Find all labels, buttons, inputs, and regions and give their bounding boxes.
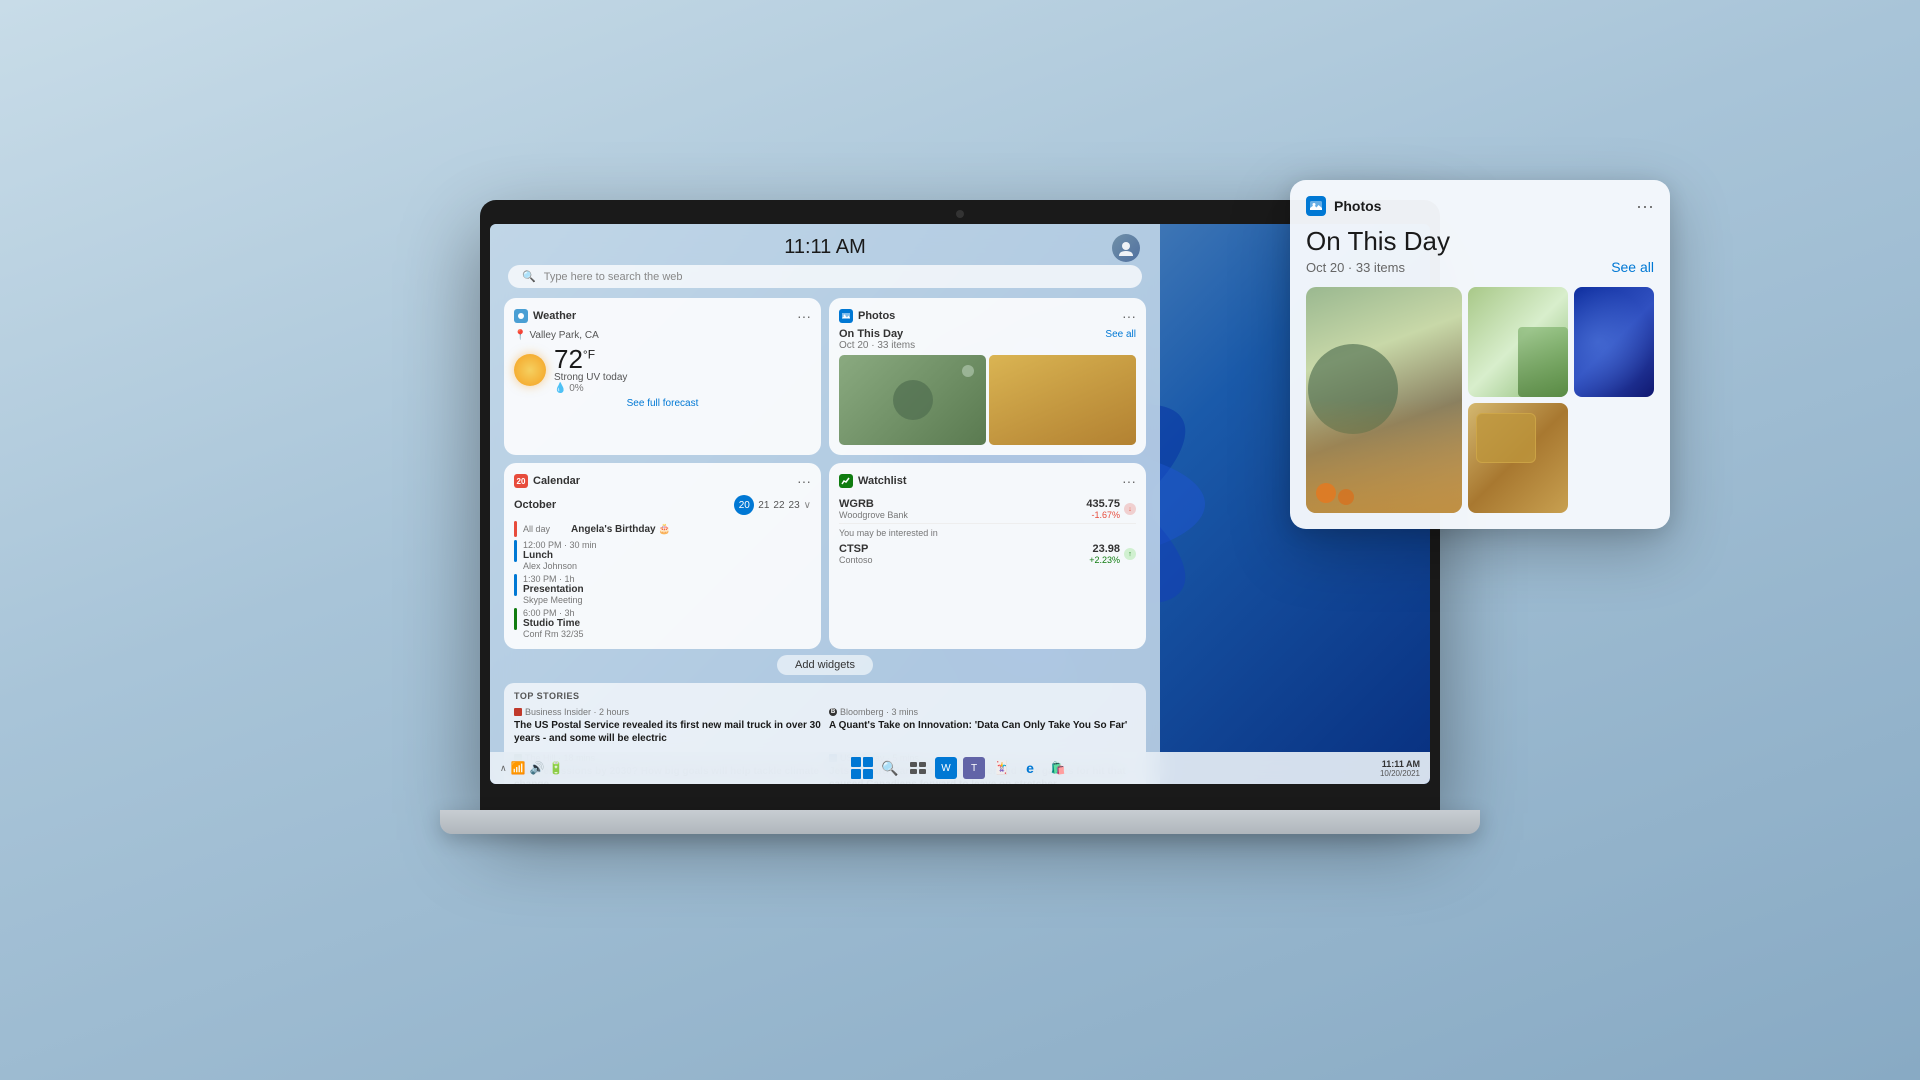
start-button[interactable] — [851, 757, 873, 779]
weather-sun-icon — [514, 354, 546, 386]
volume-icon[interactable]: 🔊 — [530, 761, 545, 775]
cal-event-presentation: 1:30 PM · 1h Presentation Skype Meeting — [514, 574, 811, 605]
popup-photos-icon — [1306, 196, 1326, 216]
popup-on-this-day: On This Day — [1306, 226, 1654, 257]
taskbar-clock[interactable]: 11:11 AM 10/20/2021 — [1380, 759, 1420, 778]
popup-photo-plant[interactable] — [1468, 287, 1568, 397]
watchlist-title: Watchlist — [858, 475, 907, 487]
popup-see-all[interactable]: See all — [1611, 259, 1654, 275]
popup-photo-main[interactable] — [1306, 287, 1462, 513]
photos-more-btn[interactable]: ··· — [1122, 308, 1136, 324]
popup-photo-blue[interactable] — [1574, 287, 1654, 397]
cal-day-today[interactable]: 20 — [734, 495, 754, 515]
top-stories-label: TOP STORIES — [514, 691, 1136, 701]
interested-label: You may be interested in — [839, 528, 1136, 538]
photos-widget: Photos ··· On This Day Oct 20 · 33 items… — [829, 298, 1146, 455]
store-icon[interactable]: 🛍️ — [1047, 757, 1069, 779]
popup-date-items: Oct 20 · 33 items — [1306, 260, 1405, 275]
popup-photo-cushion[interactable] — [1468, 403, 1568, 513]
user-avatar[interactable] — [1112, 234, 1140, 262]
stock-wgrb[interactable]: WGRB Woodgrove Bank 435.75 -1.67% ↓ — [839, 495, 1136, 524]
laptop-screen: 11:11 AM 🔍 Type here to search the web — [490, 224, 1430, 784]
wifi-icon[interactable]: 📶 — [511, 761, 526, 775]
widgets-button[interactable]: W — [935, 757, 957, 779]
taskbar-chevron[interactable]: ∧ — [500, 763, 507, 774]
search-placeholder: Type here to search the web — [544, 271, 683, 283]
search-bar[interactable]: 🔍 Type here to search the web — [508, 265, 1142, 288]
cal-event-allday: All day Angela's Birthday 🎂 — [514, 521, 811, 537]
watchlist-icon — [839, 474, 853, 488]
cal-day-22[interactable]: 22 — [773, 500, 784, 511]
cal-event-lunch: 12:00 PM · 30 min Lunch Alex Johnson — [514, 540, 811, 571]
photos-see-all[interactable]: See all — [1105, 329, 1136, 340]
photo-thumb-2[interactable] — [989, 355, 1136, 445]
battery-icon[interactable]: 🔋 — [549, 761, 564, 775]
weather-more-btn[interactable]: ··· — [797, 308, 811, 324]
cal-event-studio: 6:00 PM · 3h Studio Time Conf Rm 32/35 — [514, 608, 811, 639]
popup-app-name: Photos — [1334, 198, 1381, 214]
stock-ctsp[interactable]: CTSP Contoso 23.98 +2.23% ↑ — [839, 540, 1136, 568]
calendar-icon: 20 — [514, 474, 528, 488]
forecast-link[interactable]: See full forecast — [514, 398, 811, 409]
calendar-more-btn[interactable]: ··· — [797, 473, 811, 489]
widget-header: 11:11 AM — [490, 224, 1160, 265]
cal-day-23[interactable]: 23 — [789, 500, 800, 511]
clock-display: 11:11 AM — [784, 236, 866, 259]
watchlist-widget: Watchlist ··· WGRB Woodgrove Bank — [829, 463, 1146, 649]
cal-expand-icon[interactable]: ∨ — [804, 500, 811, 511]
camera-notch — [956, 210, 964, 218]
edge-icon[interactable]: e — [1019, 757, 1041, 779]
taskbar-search[interactable]: 🔍 — [879, 757, 901, 779]
news-article-2[interactable]: B Bloomberg · 3 mins A Quant's Take on I… — [829, 707, 1136, 745]
popup-more-btn[interactable]: ··· — [1636, 197, 1654, 215]
search-icon: 🔍 — [522, 270, 536, 283]
cal-day-21[interactable]: 21 — [758, 500, 769, 511]
news-article-1[interactable]: Business Insider · 2 hours The US Postal… — [514, 707, 821, 745]
teams-icon[interactable]: T — [963, 757, 985, 779]
widget-panel: 11:11 AM 🔍 Type here to search the web — [490, 224, 1160, 784]
taskview-button[interactable] — [907, 757, 929, 779]
photo-thumb-1[interactable] — [839, 355, 986, 445]
add-widgets-button[interactable]: Add widgets — [777, 655, 873, 675]
taskbar: ∧ 📶 🔊 🔋 — [490, 752, 1430, 784]
calendar-widget-title: Calendar — [533, 475, 580, 487]
watchlist-more-btn[interactable]: ··· — [1122, 473, 1136, 489]
calendar-widget: 20 Calendar ··· October 20 21 22 — [504, 463, 821, 649]
photos-widget-title: Photos — [858, 310, 895, 322]
weather-icon — [514, 309, 528, 323]
photos-widget-icon — [839, 309, 853, 323]
weather-widget: Weather ··· 📍Valley Park, CA 72°F — [504, 298, 821, 455]
game-icon[interactable]: 🃏 — [991, 757, 1013, 779]
weather-widget-title: Weather — [533, 310, 576, 322]
photos-popup-card: Photos ··· On This Day Oct 20 · 33 items… — [1290, 180, 1670, 529]
